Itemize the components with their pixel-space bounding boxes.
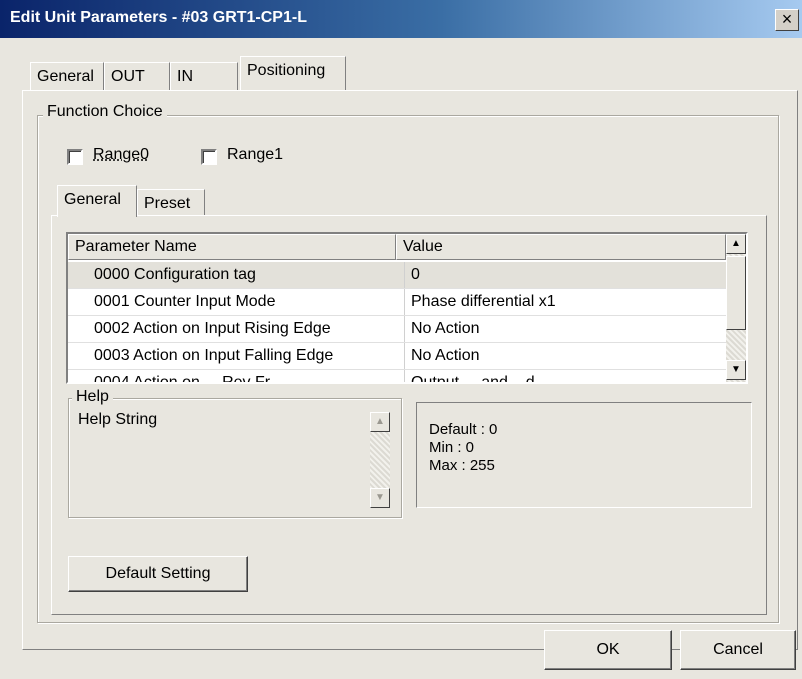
general-subpanel: Parameter Name Value 0000 Configuration …	[51, 215, 767, 615]
title-bar: Edit Unit Parameters - #03 GRT1-CP1-L ×	[0, 0, 802, 38]
min-value-text: Min : 0	[429, 439, 475, 456]
column-header-parameter-name[interactable]: Parameter Name	[68, 234, 396, 260]
range0-label[interactable]: Range0	[93, 146, 149, 164]
scrollbar-thumb[interactable]	[726, 256, 746, 330]
max-value-text: Max : 255	[429, 457, 495, 474]
function-choice-legend: Function Choice	[43, 103, 167, 121]
help-legend: Help	[72, 388, 113, 406]
param-value[interactable]: No Action	[404, 343, 726, 369]
up-arrow-icon[interactable]: ▲	[726, 234, 746, 254]
close-button[interactable]: ×	[775, 9, 799, 31]
parameter-grid: Parameter Name Value 0000 Configuration …	[66, 232, 748, 384]
subtab-preset[interactable]: Preset	[137, 189, 205, 217]
table-row[interactable]: 0002 Action on Input Rising Edge No Acti…	[68, 316, 726, 343]
param-value[interactable]: Output ... and ...d	[404, 370, 726, 382]
param-name: 0004 Action on ... Rev Fr...	[94, 374, 283, 383]
param-value[interactable]: 0	[404, 262, 726, 288]
ok-button[interactable]: OK	[544, 630, 672, 670]
table-row[interactable]: 0000 Configuration tag 0	[68, 262, 726, 289]
up-arrow-icon[interactable]: ▲	[370, 412, 390, 432]
default-value-text: Default : 0	[429, 421, 498, 438]
column-header-value[interactable]: Value	[396, 234, 726, 260]
dialog-body: General OUT IN Positioning Function Choi…	[0, 38, 802, 679]
help-text: Help String	[78, 411, 158, 428]
down-arrow-icon[interactable]: ▼	[370, 488, 390, 508]
window-title: Edit Unit Parameters - #03 GRT1-CP1-L	[10, 9, 307, 26]
subtab-general[interactable]: General	[57, 185, 137, 217]
table-row[interactable]: 0004 Action on ... Rev Fr... Output ... …	[68, 370, 726, 383]
range-info-box: Default : 0 Min : 0 Max : 255	[416, 402, 752, 508]
parameter-rows: 0000 Configuration tag 0 0001 Counter In…	[68, 262, 726, 383]
param-name: 0002 Action on Input Rising Edge	[94, 320, 331, 337]
down-arrow-icon[interactable]: ▼	[726, 360, 746, 380]
param-value[interactable]: Phase differential x1	[404, 289, 726, 315]
table-row[interactable]: 0001 Counter Input Mode Phase differenti…	[68, 289, 726, 316]
range1-checkbox[interactable]	[201, 149, 217, 165]
param-name: 0000 Configuration tag	[94, 266, 256, 283]
param-value[interactable]: No Action	[404, 316, 726, 342]
param-name: 0001 Counter Input Mode	[94, 293, 276, 310]
default-setting-label: Default Setting	[105, 565, 211, 582]
tab-out[interactable]: OUT	[104, 62, 170, 92]
cancel-button[interactable]: Cancel	[680, 630, 796, 670]
range1-label[interactable]: Range1	[227, 146, 283, 164]
positioning-panel: Function Choice Range0 Range1 General Pr…	[22, 90, 798, 650]
table-row[interactable]: 0003 Action on Input Falling Edge No Act…	[68, 343, 726, 370]
tab-positioning[interactable]: Positioning	[240, 56, 346, 90]
param-name: 0003 Action on Input Falling Edge	[94, 347, 334, 364]
tab-in[interactable]: IN	[170, 62, 238, 92]
tab-general[interactable]: General	[30, 62, 104, 92]
default-setting-button[interactable]: Default Setting	[68, 556, 248, 592]
range0-checkbox[interactable]	[67, 149, 83, 165]
